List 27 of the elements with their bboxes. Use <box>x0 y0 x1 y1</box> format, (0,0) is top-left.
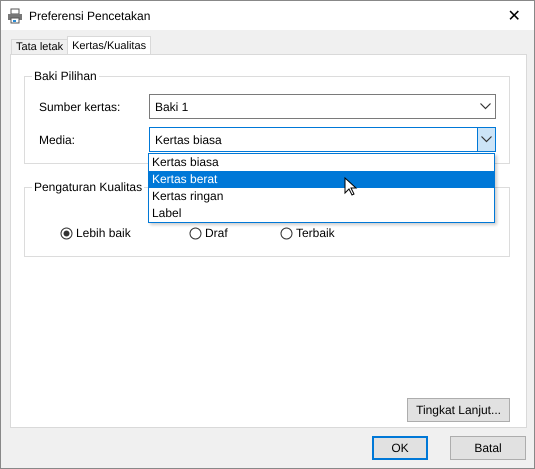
tab[interactable]: Tata letak <box>11 39 68 54</box>
list-item[interactable]: Kertas biasa <box>149 154 494 171</box>
dialog-button[interactable]: OK <box>372 436 428 460</box>
field-label: Media: <box>38 132 76 146</box>
group-title: Pengaturan Kualitas <box>32 180 144 194</box>
radio-button[interactable] <box>189 226 202 240</box>
advanced-button[interactable]: Tingkat Lanjut... <box>407 398 510 422</box>
group-title: Baki Pilihan <box>32 69 99 83</box>
list-item[interactable]: Label <box>149 205 494 222</box>
radio-label: Lebih baik <box>76 226 131 240</box>
radio-label: Terbaik <box>296 226 335 240</box>
radio-label: Draf <box>205 226 228 240</box>
close-button[interactable]: ✕ <box>494 1 534 30</box>
radio-button[interactable] <box>280 226 293 240</box>
radio-button[interactable] <box>60 226 73 240</box>
dropdown-field[interactable]: Kertas biasa <box>149 127 496 152</box>
list-item[interactable]: Kertas ringan <box>149 188 494 205</box>
cursor-icon <box>344 177 358 197</box>
window-title: Preferensi Pencetakan <box>29 8 152 22</box>
printer-icon <box>7 8 23 24</box>
chevron-down-icon <box>481 136 492 143</box>
dialog-button[interactable]: Batal <box>450 436 526 460</box>
list-item[interactable]: Kertas berat <box>149 171 494 188</box>
tab[interactable]: Kertas/Kualitas <box>67 36 152 54</box>
dropdown-field[interactable]: Baki 1 <box>149 94 496 119</box>
field-label: Sumber kertas: <box>38 100 122 114</box>
chevron-down-icon <box>480 103 490 110</box>
